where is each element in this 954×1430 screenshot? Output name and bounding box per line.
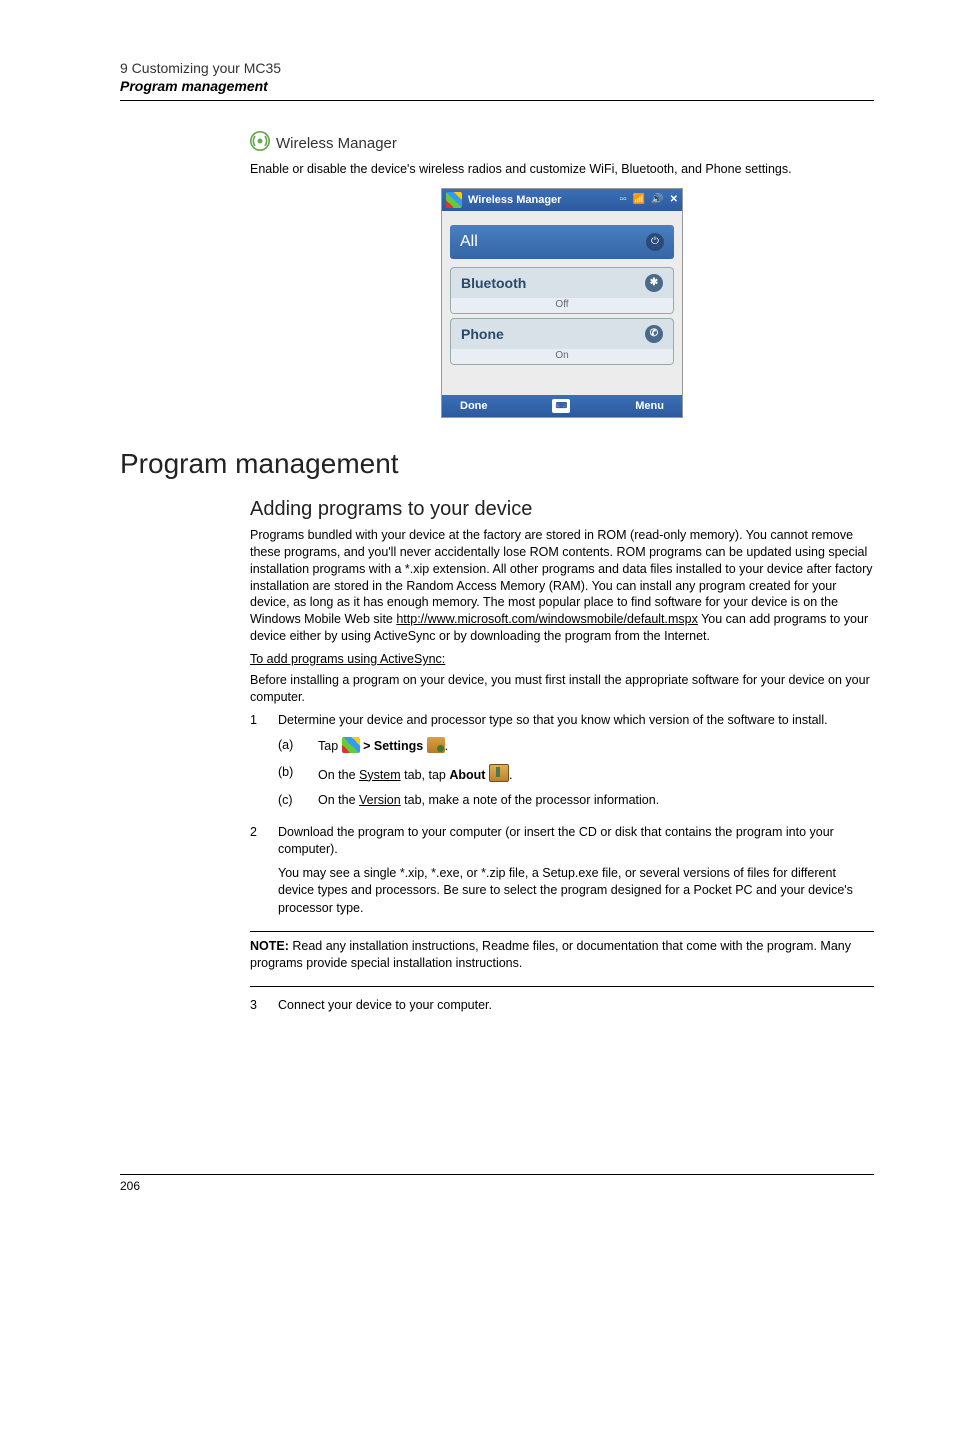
bluetooth-state: Off: [451, 298, 673, 313]
all-row[interactable]: All ⏻: [450, 225, 674, 259]
subsection-title: Adding programs to your device: [250, 498, 874, 521]
step-1: 1 Determine your device and processor ty…: [250, 712, 874, 818]
menu-button[interactable]: Menu: [635, 400, 664, 412]
start-icon: [342, 737, 360, 753]
header-section: Program management: [120, 78, 874, 94]
start-flag-icon: [446, 192, 462, 208]
header-chapter: 9 Customizing your MC35: [120, 60, 874, 76]
header-rule: [120, 100, 874, 101]
about-icon: [489, 764, 509, 782]
phone-icon: ✆: [645, 325, 663, 343]
keyboard-icon[interactable]: ⌨: [552, 399, 570, 413]
note-block: NOTE: Read any installation instructions…: [250, 938, 874, 972]
activesync-heading: To add programs using ActiveSync:: [250, 651, 874, 668]
close-icon: ✕: [670, 194, 678, 205]
step-num-2: 2: [250, 824, 278, 918]
step-1b: (b) On the System tab, tap About .: [278, 764, 874, 785]
wireless-manager-desc: Enable or disable the device's wireless …: [250, 161, 874, 178]
antenna-icon: 📶: [633, 194, 645, 205]
step-num-1: 1: [250, 712, 278, 818]
intro-paragraph: Programs bundled with your device at the…: [250, 527, 874, 645]
bluetooth-row[interactable]: Bluetooth ✱ Off: [450, 267, 674, 314]
step-num-3: 3: [250, 997, 278, 1015]
windows-mobile-link[interactable]: http://www.microsoft.com/windowsmobile/d…: [396, 612, 698, 626]
note-rule-top: [250, 931, 874, 932]
step-2-note: You may see a single *.xip, *.exe, or *.…: [278, 865, 874, 918]
page-number: 206: [120, 1174, 874, 1193]
wireless-manager-label: Wireless Manager: [276, 135, 397, 152]
screenshot-bottombar: Done ⌨ Menu: [442, 395, 682, 417]
all-label: All: [460, 233, 478, 251]
section-title: Program management: [120, 448, 874, 480]
status-icons: ▫▫ 📶 🔊 ✕: [620, 194, 678, 205]
power-icon: ⏻: [646, 233, 664, 251]
step-1a: (a) Tap > Settings .: [278, 737, 874, 756]
bluetooth-icon: ✱: [645, 274, 663, 292]
phone-state: On: [451, 349, 673, 364]
signal-icon: ▫▫: [620, 194, 627, 205]
activesync-intro: Before installing a program on your devi…: [250, 672, 874, 706]
screenshot-titlebar: Wireless Manager ▫▫ 📶 🔊 ✕: [442, 189, 682, 211]
wireless-manager-screenshot: Wireless Manager ▫▫ 📶 🔊 ✕ All ⏻: [441, 188, 683, 418]
wireless-manager-heading: Wireless Manager: [250, 131, 874, 155]
settings-icon: [427, 737, 445, 753]
done-button[interactable]: Done: [460, 400, 488, 412]
volume-icon: 🔊: [651, 194, 663, 205]
phone-label: Phone: [461, 326, 504, 342]
phone-row[interactable]: Phone ✆ On: [450, 318, 674, 365]
screenshot-title: Wireless Manager: [468, 194, 561, 206]
note-rule-bottom: [250, 986, 874, 987]
bluetooth-label: Bluetooth: [461, 275, 526, 291]
step-2: 2 Download the program to your computer …: [250, 824, 874, 918]
wireless-manager-icon: [250, 131, 270, 155]
step-3: 3 Connect your device to your computer.: [250, 997, 874, 1015]
step-1c: (c) On the Version tab, make a note of t…: [278, 792, 874, 810]
